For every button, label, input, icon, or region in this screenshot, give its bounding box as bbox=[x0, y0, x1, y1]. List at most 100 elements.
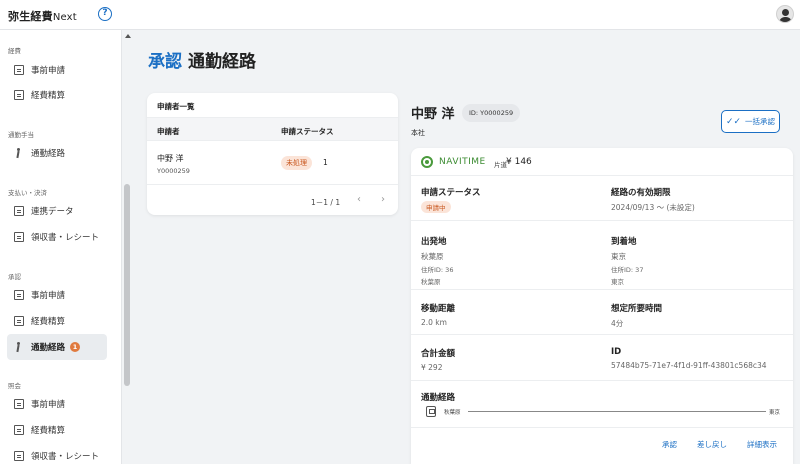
route-field: 通勤経路 bbox=[421, 391, 455, 403]
receipt-search-icon bbox=[14, 425, 24, 435]
divider bbox=[411, 427, 793, 428]
destination-station-id: 住所ID: 37 bbox=[611, 266, 644, 274]
sidebar-section-expense: 経費 bbox=[8, 47, 21, 55]
sidebar-item-commute-route[interactable]: 通勤経路 bbox=[7, 140, 107, 166]
destination-field: 到着地 東京 住所ID: 37 東京 bbox=[611, 235, 643, 286]
route-id-value: 57484b75-71e7-4f1d-91ff-43801c568c34 bbox=[611, 361, 767, 370]
sidebar-item-label: 通勤経路 bbox=[31, 343, 66, 353]
train-icon bbox=[426, 406, 436, 417]
distance-label: 移動距離 bbox=[421, 304, 456, 314]
destination-label: 到着地 bbox=[611, 237, 637, 247]
divider bbox=[411, 380, 793, 381]
table-row[interactable]: 中野 洋 Y0000259 未処理 1 bbox=[147, 141, 398, 185]
sidebar-section-commute: 通勤手当 bbox=[8, 131, 34, 139]
walking-icon bbox=[14, 148, 24, 158]
sidebar-item-label: 事前申請 bbox=[31, 400, 66, 410]
duration-value: 4分 bbox=[611, 319, 624, 328]
sidebar-item-linked-data[interactable]: 連携データ bbox=[7, 198, 107, 224]
receipt-icon bbox=[14, 90, 24, 100]
total-label: 合計金額 bbox=[421, 349, 456, 359]
document-check-icon bbox=[14, 290, 24, 300]
applicant-name: 中野 洋 bbox=[157, 154, 184, 163]
applicant-list-title: 申請者一覧 bbox=[157, 102, 195, 111]
app-logo[interactable]: 弥生経費Next bbox=[8, 8, 77, 24]
sidebar-item-label: 経費精算 bbox=[31, 426, 66, 436]
route-provider-bar: NAVITIME 片道 ¥ 146 bbox=[411, 148, 793, 176]
receipt-search-icon bbox=[14, 451, 24, 461]
duration-label: 想定所要時間 bbox=[611, 304, 663, 314]
route-label: 通勤経路 bbox=[421, 393, 456, 403]
route-detail-card: NAVITIME 片道 ¥ 146 申請ステータス 申請中 経路の有効期限 20… bbox=[411, 148, 793, 464]
divider bbox=[411, 289, 793, 290]
destination-station-name: 東京 bbox=[611, 278, 624, 286]
origin-station-id: 住所ID: 36 bbox=[421, 266, 454, 274]
divider bbox=[411, 334, 793, 335]
brand-suffix: Next bbox=[52, 12, 77, 23]
status-field-label: 申請ステータス bbox=[421, 188, 481, 198]
total-field: 合計金額 ¥ 292 bbox=[421, 347, 455, 372]
chevron-right-icon[interactable]: › bbox=[381, 194, 385, 205]
column-header-applicant: 申請者 bbox=[157, 127, 180, 136]
employee-name: 中野 洋 bbox=[411, 107, 455, 122]
page-title: 承認 通勤経路 bbox=[148, 47, 256, 72]
sidebar-item-approval-preapply[interactable]: 事前申請 bbox=[7, 282, 107, 308]
sidebar-item-inquiry-receipts[interactable]: 領収書・レシート bbox=[7, 443, 107, 464]
sidebar-item-inquiry-preapply[interactable]: 事前申請 bbox=[7, 391, 107, 417]
sidebar-scroll-thumb[interactable] bbox=[124, 184, 130, 386]
sidebar-item-label: 経費精算 bbox=[31, 317, 66, 327]
column-header-status: 申請ステータス bbox=[281, 127, 334, 136]
bulk-approve-button[interactable]: ✓✓ 一括承認 bbox=[721, 110, 780, 133]
pagination-label: 1－1 / 1 bbox=[311, 198, 341, 207]
total-value: ¥ 292 bbox=[421, 363, 443, 372]
sidebar-item-label: 領収書・レシート bbox=[31, 233, 100, 243]
fare-amount: ¥ 146 bbox=[506, 157, 532, 167]
sidebar-section-inquiry: 照会 bbox=[8, 382, 21, 390]
route-id-label: ID bbox=[611, 347, 622, 357]
sidebar-item-label: 経費精算 bbox=[31, 91, 66, 101]
walking-check-icon bbox=[14, 342, 24, 352]
page-title-accent: 承認 bbox=[148, 52, 182, 72]
validity-value: 2024/09/13 〜 (未設定) bbox=[611, 203, 695, 212]
sidebar-item-label: 事前申請 bbox=[31, 66, 66, 76]
bulk-approve-label: 一括承認 bbox=[745, 117, 776, 126]
approve-button[interactable]: 承認 bbox=[662, 439, 677, 450]
double-check-icon: ✓✓ bbox=[725, 116, 742, 127]
department-label: 本社 bbox=[411, 129, 425, 137]
status-field: 申請ステータス 申請中 bbox=[421, 186, 481, 213]
page-title-main: 通勤経路 bbox=[188, 52, 256, 72]
sidebar: 経費 事前申請 経費精算 通勤手当 通勤経路 支払い・決済 連携データ 領収書・… bbox=[0, 30, 122, 464]
origin-field: 出発地 秋葉原 住所ID: 36 秋葉原 bbox=[421, 235, 453, 286]
document-icon bbox=[14, 65, 24, 75]
sidebar-section-approval: 承認 bbox=[8, 273, 21, 281]
sidebar-item-expense-preapply[interactable]: 事前申請 bbox=[7, 57, 107, 83]
distance-field: 移動距離 2.0 km bbox=[421, 302, 455, 327]
details-button[interactable]: 詳細表示 bbox=[747, 439, 777, 450]
divider bbox=[411, 220, 793, 221]
distance-value: 2.0 km bbox=[421, 318, 447, 327]
duration-field: 想定所要時間 4分 bbox=[611, 302, 662, 329]
return-button[interactable]: 差し戻し bbox=[697, 439, 727, 450]
document-search-icon bbox=[14, 399, 24, 409]
sidebar-item-inquiry-settle[interactable]: 経費精算 bbox=[7, 417, 107, 443]
employee-id-badge: ID: Y0000259 bbox=[462, 104, 521, 122]
scroll-up-arrow-icon[interactable] bbox=[125, 34, 131, 38]
route-line bbox=[468, 411, 766, 412]
top-bar: 弥生経費Next ? bbox=[0, 0, 800, 30]
origin-station-name: 秋葉原 bbox=[421, 278, 441, 286]
applicant-id: Y0000259 bbox=[157, 167, 190, 175]
chevron-left-icon[interactable]: ‹ bbox=[357, 194, 361, 205]
sidebar-item-approval-settle[interactable]: 経費精算 bbox=[7, 308, 107, 334]
sidebar-item-expense-settle[interactable]: 経費精算 bbox=[7, 82, 107, 108]
navitime-logo-icon bbox=[421, 156, 433, 168]
status-badge: 未処理 bbox=[281, 156, 312, 170]
sidebar-section-payment: 支払い・決済 bbox=[8, 189, 47, 197]
sidebar-item-receipts[interactable]: 領収書・レシート bbox=[7, 224, 107, 250]
help-icon[interactable]: ? bbox=[98, 7, 112, 21]
table-header: 申請者 申請ステータス bbox=[147, 117, 398, 141]
pending-count: 1 bbox=[323, 158, 328, 167]
route-origin: 秋葉原 bbox=[444, 410, 461, 416]
calendar-icon bbox=[14, 206, 24, 216]
sidebar-item-approval-commute[interactable]: 通勤経路 1 bbox=[7, 334, 107, 360]
validity-label: 経路の有効期限 bbox=[611, 188, 671, 198]
user-avatar-icon[interactable] bbox=[776, 5, 794, 23]
